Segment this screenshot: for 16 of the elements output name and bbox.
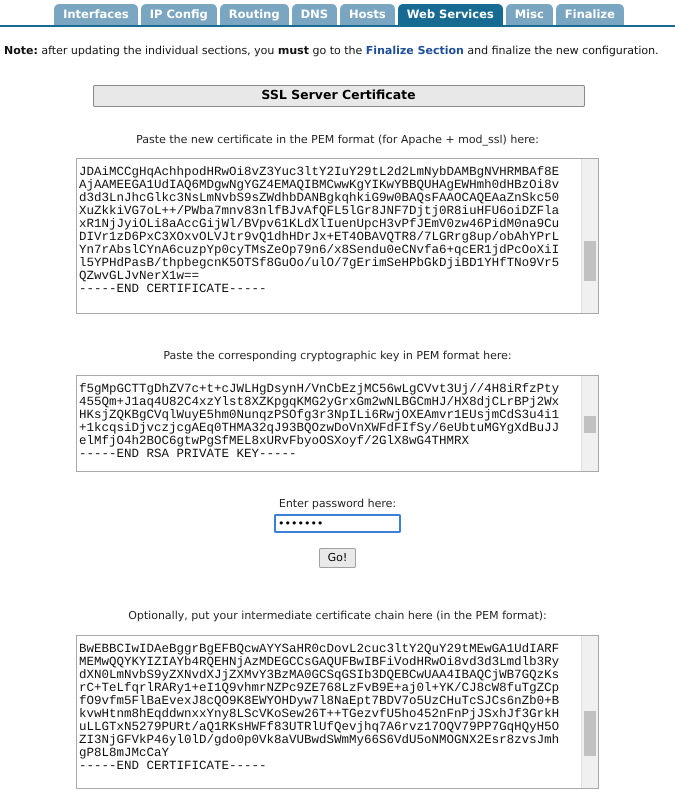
scrollbar[interactable]	[581, 376, 598, 470]
section-title: SSL Server Certificate	[92, 84, 584, 106]
certificate-label: Paste the new certificate in the PEM format (for Apache + mod_ssl) here:	[136, 132, 539, 148]
scrollbar[interactable]	[581, 636, 598, 788]
chain-field[interactable]: BwEBBCIwIDAeBggrBgEFBQcwAYYSaHR0cDovL2cuc3ltY2QuY29tMEwGA1UdIARF MEMwQQYKYIZIAYb4RQEHNjAzMDEGCCsGAQUFBwIBFiVodHRwOi8vd3d3Lmdlb3Ry dXN0LmNvbS9yZXNvdXJjZXMvY3BzMA0GCSqGSIb3DQEBCwUAA4IBAQCjWB7GQzKs rC+TeLfqrlRARy1+eI1Q9vhmrNZPc9ZE768LzFvB9E+aj0l+YK/CJ8cW8fuTgZCp fO9vfm5FlBaEvexJ8cQO9K8EWYOHDyw7l8NaEpt7BDV7o5UzCHuTcSJCs6nZb0+B kvwHtnm8hEqddwnxxYny8LScVKoSew26T++TGezvfU5ho452nFnPjJSxhJf3GrkH uLLGTxN5279PURt/aQ1RKsHWFf83UTRlUfQevjhq7A6rvz17OQV79PP7GqHQyH5O ZI3NjGFVkP46yl0lD/gdo0p0Vk8aVUBwdSWmMy66S6VdU5oNMOGNX2Esr8zvsJmh gP8L8mJMcCaY -----END CERTIFICATE-----	[76, 634, 599, 788]
password-field[interactable]: •••••••	[274, 514, 401, 533]
key-label: Paste the corresponding cryptographic key in PEM format here:	[163, 348, 512, 364]
certificate-field[interactable]: JDAiMCCgHqAchhpodHRwOi8vZ3Yuc3ltY2IuY29tL2d2LmNybDAMBgNVHRMBAf8E AjAAMEEGA1UdIAQ6MDgwNgYGZ4EMAQIBMCwwKgYIKwYBBQUHAgEWHmh0dHBzOi8v d3d3LnJhcGlkc3NsLmNvbS9sZWdhbDANBgkqhkiG9w0BAQsFAAOCAQEAaZnSkc50 XuZkkiVG7oL++/PWba7mnv83nlfBJvAfQFL5lGr8JNF7Djtj0R8iuHFU6oiDZFla xR1NjJyiOLi8aAccGijWl/BVpv61KLdXlIuenUpcH3vPfJEmV0zw46PidM0na9Cu DIVr1zD6PxC3XOxvOLVJtr9vQ1dhHDrJx+ET4OBAVQTR8/7LGRrg8up/obAhYPrL Yn7rAbslCYnA6cuzpYp0cyTMsZeOp79n6/x8Sendu0eCNvfa6+qcER1jdPcOoXiI l5YPHdPasB/thpbegcnK5OTSf8GuOo/ulO/7gErimSeHPbGkDjiBD1YHfTNo9Vr5 QZwvGLJvNerX1w== -----END CERTIFICATE-----	[76, 158, 599, 314]
password-label: Enter password here:	[278, 496, 396, 512]
finalize-section-link[interactable]: Finalize Section	[366, 44, 464, 57]
note-text: Note: after updating the individual sections, you must go to the Finalize Section and finalize the new configuration.	[3, 43, 660, 59]
key-field[interactable]: f5gMpGCTTgDhZV7c+t+cJWLHgDsynH/VnCbEzjMC56wLgCVvt3Uj//4H8iRfzPty 455Qm+J1aq4U82C4xzYlst8XZKpgqKMG2yGrxGm2wNLBGCmHJ/HX8djCLrBPj2Wx HKsjZQKBgCVqlWuyE5hm0NunqzPSOfg3r3NpILi6RwjOXEAmvr1EUsjmCdS3u4i1 +1kcqsiDjvczjcgAEq0THMA32qJ93BQOzwDoVnXWFdFIfSy/6eUbtuMGYgXdBuJJ elMfjO4h2BOC6gtwPgSfMEL8xURvFbyoOSXoyf/2GlX8wG4THMRX -----END RSA PRIVATE KEY-----	[76, 374, 599, 472]
scrollbar[interactable]	[581, 159, 598, 313]
tab[interactable]: Web Services	[398, 4, 503, 25]
chain-label: Optionally, put your intermediate certificate chain here (in the PEM format):	[128, 608, 547, 624]
go-button[interactable]: Go!	[318, 548, 356, 568]
